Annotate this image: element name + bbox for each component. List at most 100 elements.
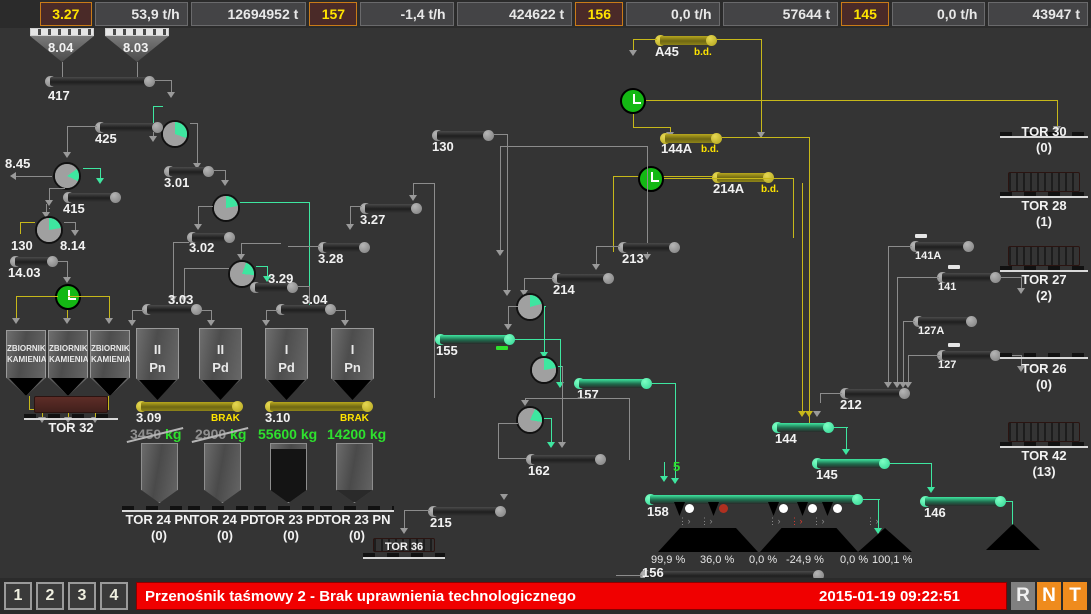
stockpile-pct-2: 36,0 % <box>700 554 735 566</box>
tank-1[interactable] <box>141 443 178 503</box>
pipe-845-h <box>16 176 52 177</box>
rail-ties <box>188 506 262 510</box>
diverter-302[interactable] <box>212 194 240 222</box>
pipe-415-stub <box>49 208 50 209</box>
nav-button-1[interactable]: 1 <box>4 582 32 610</box>
alarm-banner[interactable]: Przenośnik taśmowy 2 - Brak uprawnienia … <box>136 582 1007 610</box>
metric-rate-2[interactable]: -1,4 t/h <box>360 2 454 26</box>
stockpile-pct-4: -24,9 % <box>786 554 824 566</box>
metric-total-2[interactable]: 424622 t <box>456 2 573 26</box>
pipe-144-y1 <box>802 183 803 415</box>
weight-3-unit: kg <box>300 426 318 442</box>
chute-4 <box>797 502 808 516</box>
diverter-wedge <box>532 358 556 382</box>
alarm-message: Przenośnik taśmowy 2 - Brak uprawnienia … <box>145 587 576 605</box>
pipe-144a-out-h <box>722 137 810 138</box>
belt-141-indicator <box>948 265 960 269</box>
logo-letter-n: N <box>1037 582 1061 610</box>
belt-417[interactable] <box>45 76 155 87</box>
weight-2: 2900 kg <box>191 426 249 443</box>
track-count-tor-26: (0) <box>1036 377 1052 392</box>
metric-tag-2[interactable]: 157 <box>309 2 358 26</box>
chute-3-dot <box>779 504 788 513</box>
arrow-302 <box>194 224 202 230</box>
diverter-130-814[interactable] <box>35 216 63 244</box>
belt-pulley-right <box>963 241 974 252</box>
scada-screen: 3.27 53,9 t/h 12694952 t 157 -1,4 t/h 42… <box>0 0 1091 614</box>
belt-label-212: 212 <box>840 397 862 412</box>
wagon-tor-28[interactable] <box>1008 172 1080 192</box>
pipe-327-long-v <box>434 183 435 398</box>
pipe-303-h2 <box>173 242 189 243</box>
stockpile-pct-6: 100,1 % <box>872 554 913 566</box>
rail-ties <box>363 553 445 557</box>
belt-label-328: 3.28 <box>318 251 344 266</box>
status-brak-309: BRAK <box>211 413 240 424</box>
tank-4[interactable] <box>336 443 373 503</box>
diverter-157[interactable] <box>530 356 558 384</box>
track-count-tor-28: (1) <box>1036 214 1052 229</box>
metric-tag-4[interactable]: 145 <box>841 2 890 26</box>
belt-label-327: 3.27 <box>360 212 386 227</box>
pipe-301-v <box>197 123 198 167</box>
metric-total-1[interactable]: 12694952 t <box>190 2 307 26</box>
diverter-155[interactable] <box>516 293 544 321</box>
pipe-214-out-h <box>524 278 554 279</box>
arrow-5 <box>660 476 668 482</box>
diverter-417[interactable] <box>161 120 189 148</box>
arrow-845 <box>10 172 16 180</box>
metric-tag-3[interactable]: 156 <box>575 2 624 26</box>
pipe-a45-in-h <box>633 39 657 40</box>
alarm-timestamp: 2015-01-19 09:22:51 <box>819 587 960 605</box>
metric-total-3[interactable]: 57644 t <box>722 2 839 26</box>
pipe-clock213-h <box>664 178 794 179</box>
belt-pulley-right <box>641 378 652 389</box>
nav-button-3[interactable]: 3 <box>68 582 96 610</box>
clock-icon-213[interactable] <box>638 166 664 192</box>
process-diagram: 8.04 8.03 417 425 8.45 415 130 8.14 14.0… <box>0 28 1091 581</box>
tank-2[interactable] <box>204 443 241 503</box>
metric-rate-4[interactable]: 0,0 t/h <box>892 2 986 26</box>
rail-line <box>1000 357 1088 359</box>
clock-icon-stone-bins[interactable] <box>55 284 81 310</box>
arrow-215-in <box>500 494 508 500</box>
pipe-329-in-h <box>241 243 281 244</box>
diverter-162[interactable] <box>516 406 544 434</box>
arrow-304-left <box>262 320 270 326</box>
arrow-1403 <box>63 277 71 283</box>
metric-tag-1[interactable]: 3.27 <box>40 2 92 26</box>
diverter-845[interactable] <box>53 162 81 190</box>
track-label-tor-28: TOR 28 <box>1021 198 1067 213</box>
belt-141a-indicator <box>915 234 927 238</box>
metric-total-4[interactable]: 43947 t <box>988 2 1088 26</box>
nav-button-4[interactable]: 4 <box>100 582 128 610</box>
arrow-303-right <box>207 320 215 326</box>
marks-6: ⋮ › <box>866 516 878 526</box>
metric-rate-3[interactable]: 0,0 t/h <box>626 2 720 26</box>
wagon-tor-32[interactable] <box>34 396 108 413</box>
tank-3[interactable] <box>270 443 307 503</box>
bottom-status-bar: 1 2 3 4 Przenośnik taśmowy 2 - Brak upra… <box>0 578 1091 614</box>
arrow-304-right <box>341 320 349 326</box>
status-bd-214a: b.d. <box>761 184 779 195</box>
belt-pulley-right <box>152 122 163 133</box>
belt-pulley-right <box>110 192 121 203</box>
product-bin-4-top: I <box>350 342 355 357</box>
wagon-tor-27[interactable] <box>1008 246 1080 266</box>
belt-label-145: 145 <box>816 467 838 482</box>
belt-label-141a: 141A <box>915 250 942 262</box>
nav-button-2[interactable]: 2 <box>36 582 64 610</box>
metric-rate-1[interactable]: 53,9 t/h <box>94 2 188 26</box>
rail-ties <box>1000 442 1088 446</box>
belt-label-127: 127 <box>938 359 957 371</box>
marks-5: ⋮ › <box>812 516 824 526</box>
belt-label-a45: A45 <box>655 44 679 59</box>
product-bin-2-cone <box>202 380 239 400</box>
belt-label-415: 415 <box>63 201 85 216</box>
belt-127-indicator <box>948 343 960 347</box>
wagon-tor-42[interactable] <box>1008 422 1080 442</box>
weight-1: 3450 kg <box>126 426 184 443</box>
belt-pulley-right <box>144 76 155 87</box>
pipe-212-in-v <box>820 393 821 403</box>
clock-icon-a45[interactable] <box>620 88 646 114</box>
